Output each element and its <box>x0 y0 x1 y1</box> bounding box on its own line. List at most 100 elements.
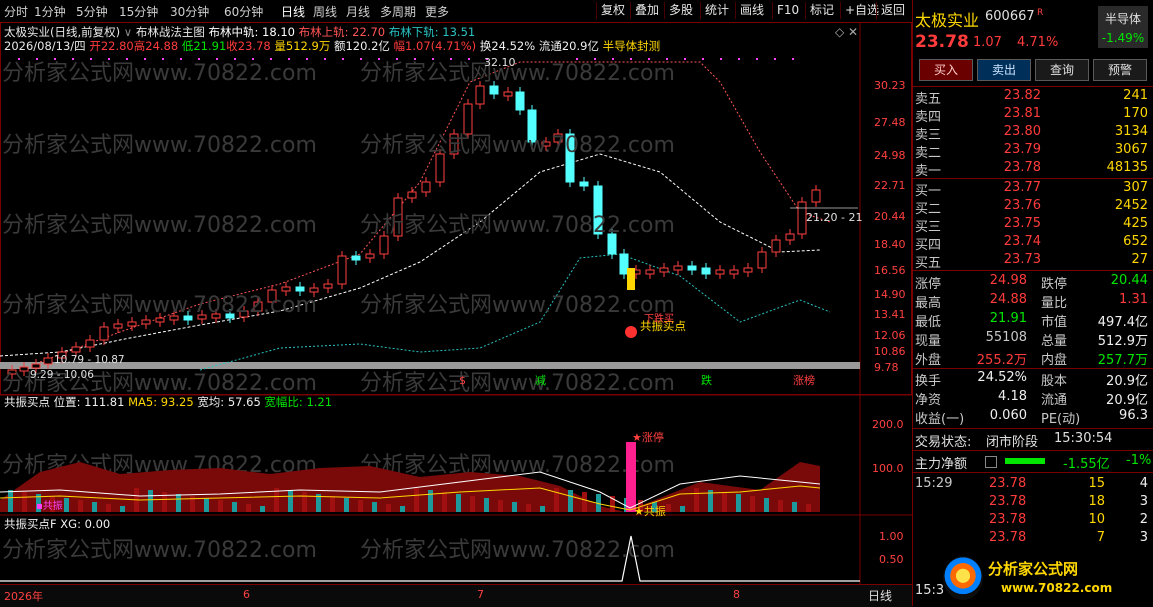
ask-row[interactable]: 卖三 23.80 3134 <box>913 124 1153 143</box>
signal-dot <box>612 58 614 60</box>
bid-row[interactable]: 买二 23.76 2452 <box>913 198 1153 217</box>
period-more[interactable]: 更多 <box>425 3 449 20</box>
y-tick-label: 24.98 <box>874 149 906 162</box>
svg-text:1.00: 1.00 <box>879 530 904 543</box>
y-tick-label: 12.06 <box>874 329 906 342</box>
bid-row[interactable]: 买五 23.73 27 <box>913 252 1153 271</box>
bottom-time: 15:3 <box>915 583 945 598</box>
ask-row[interactable]: 卖五 23.82 241 <box>913 88 1153 107</box>
tool-fuquan[interactable]: 复权 <box>596 2 629 19</box>
main-net-pct: -1% <box>1126 453 1152 468</box>
candle-body <box>659 267 669 273</box>
panel2-bar <box>344 498 349 512</box>
panel2-bar <box>330 496 335 512</box>
period-monthly[interactable]: 月线 <box>346 3 370 20</box>
query-button[interactable]: 查询 <box>1035 59 1089 81</box>
high-marker-label: 32.10 <box>484 56 516 69</box>
event-tag-dollar: $ <box>459 374 466 387</box>
candle-body <box>687 265 697 271</box>
fundamental-row: 收益(一) 0.060 PE(动) 96.3 <box>915 408 1148 427</box>
indicator-name[interactable]: 布林战法主图 <box>136 25 205 39</box>
last-price: 23.78 <box>915 32 969 52</box>
panel2-bar <box>428 490 433 512</box>
indicator-toggle-icon[interactable]: ∨ <box>124 25 132 39</box>
signal-dot <box>324 58 326 60</box>
buy-button[interactable]: 买入 <box>919 59 973 81</box>
tool-diejia[interactable]: 叠加 <box>630 2 663 19</box>
signal-dot <box>18 58 20 60</box>
tool-duogu[interactable]: 多股 <box>664 2 697 19</box>
main-net-detail-icon[interactable] <box>985 456 997 468</box>
event-tag-jian: 减 <box>535 374 546 387</box>
kline-chart[interactable]: 分析家公式网www.70822.com 分析家公式网www.70822.com … <box>0 22 912 584</box>
candle-body <box>309 287 319 293</box>
candle-body <box>31 363 41 369</box>
buy-candle-highlight <box>627 268 635 290</box>
stat-row: 外盘 255.2万 内盘 257.7万 <box>915 353 1148 368</box>
period-30min[interactable]: 30分钟 <box>170 3 209 20</box>
ask-row[interactable]: 卖一 23.78 48135 <box>913 160 1153 179</box>
panel2-bar <box>792 502 797 512</box>
sell-button[interactable]: 卖出 <box>977 59 1031 81</box>
candle-body <box>421 181 431 193</box>
boll-mid-line <box>0 153 821 357</box>
tool-tongji[interactable]: 统计 <box>700 2 733 19</box>
period-1min[interactable]: 1分钟 <box>34 3 66 20</box>
svg-text:分析家公式网www.70822.com: 分析家公式网www.70822.com <box>360 371 675 396</box>
candle-body <box>365 253 375 259</box>
panel2-bar <box>106 504 111 512</box>
signal-dot <box>738 58 740 60</box>
panel-settings-icons[interactable]: ◇ ✕ <box>835 25 858 39</box>
main-net-label: 主力净额 <box>915 457 968 472</box>
period-daily[interactable]: 日线 <box>281 3 305 20</box>
tool-back[interactable]: 返回 <box>876 2 909 19</box>
candle-body <box>127 321 137 327</box>
candle-body <box>489 85 499 95</box>
candle-body <box>141 319 151 325</box>
bid-row[interactable]: 买一 23.77 307 <box>913 180 1153 199</box>
candle-body <box>43 357 53 365</box>
period-15min[interactable]: 15分钟 <box>119 3 158 20</box>
period-60min[interactable]: 60分钟 <box>224 3 263 20</box>
sector-box[interactable]: 半导体 -1.49% <box>1098 6 1148 48</box>
tool-biaoji[interactable]: 标记 <box>805 2 838 19</box>
signal-dot <box>72 58 74 60</box>
svg-text:200.0: 200.0 <box>872 418 904 431</box>
signal-dot <box>36 58 38 60</box>
panel2-header: 共振买点 位置: 111.81 MA5: 93.25 宽均: 57.65 宽幅比… <box>4 395 333 409</box>
y-tick-label: 27.48 <box>874 116 906 129</box>
price-pct: 4.71% <box>1017 35 1059 50</box>
period-5min[interactable]: 5分钟 <box>76 3 108 20</box>
stat-row: 现量 55108 总量 512.9万 <box>915 330 1148 349</box>
bid-row[interactable]: 买三 23.75 425 <box>913 216 1153 235</box>
period-weekly[interactable]: 周线 <box>313 3 337 20</box>
alert-button[interactable]: 预警 <box>1093 59 1147 81</box>
signal-dot <box>90 58 92 60</box>
panel2-bar <box>78 500 83 512</box>
candle-body <box>379 235 389 255</box>
period-multi[interactable]: 多周期 <box>380 3 416 20</box>
panel2-bar <box>246 504 251 512</box>
fundamental-row: 换手 24.52% 股本 20.9亿 <box>915 370 1148 389</box>
gongzhen-tag-left: ▪共振 <box>36 501 63 512</box>
ask-row[interactable]: 卖四 23.81 170 <box>913 106 1153 125</box>
svg-text:分析家公式网www.70822.com: 分析家公式网www.70822.com <box>360 213 675 238</box>
price-change: 1.07 <box>973 35 1002 50</box>
signal-dot <box>198 58 200 60</box>
tool-huaxian[interactable]: 画线 <box>735 2 768 19</box>
bid-row[interactable]: 买四 23.74 652 <box>913 234 1153 253</box>
candle-body <box>85 339 95 348</box>
svg-text:分析家公式网www.70822.com: 分析家公式网www.70822.com <box>360 293 675 318</box>
signal-dot <box>306 58 308 60</box>
tick-row: 23.78 7 3 <box>989 530 1148 545</box>
ask-row[interactable]: 卖二 23.79 3067 <box>913 142 1153 161</box>
svg-text:100.0: 100.0 <box>872 462 904 475</box>
candle-body <box>673 265 683 271</box>
panel2-bar <box>722 492 727 512</box>
tool-f10[interactable]: F10 <box>772 2 803 19</box>
period-tab-daily[interactable]: 日线 <box>868 587 892 604</box>
main-y-axis: 30.23 27.48 24.98 22.71 20.44 18.40 16.56 14.90… <box>874 79 906 374</box>
event-tag-die: 跌 <box>701 373 712 387</box>
period-fenshi[interactable]: 分时 <box>4 3 28 20</box>
panel2-bar <box>358 500 363 512</box>
